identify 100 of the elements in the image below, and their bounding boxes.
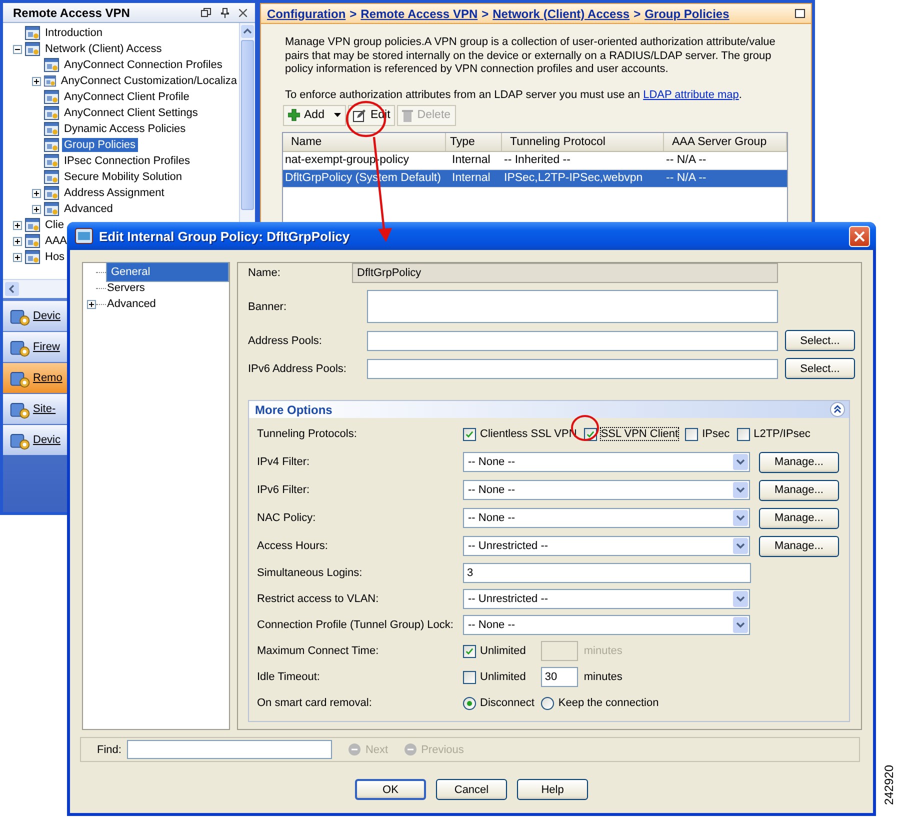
figure-number: 242920 (882, 765, 896, 806)
maximize-icon[interactable] (795, 9, 805, 18)
expand-icon[interactable] (13, 252, 22, 262)
manage-button[interactable]: Manage... (759, 480, 839, 500)
expand-icon[interactable] (13, 220, 22, 230)
restore-icon[interactable] (201, 8, 211, 17)
select-button[interactable]: Select... (785, 330, 855, 351)
pencil-icon (353, 108, 366, 122)
manage-button[interactable]: Manage... (759, 536, 839, 556)
find-field[interactable] (127, 740, 332, 759)
checkbox-label: Unlimited (480, 671, 526, 683)
breadcrumb-link[interactable]: Remote Access VPN (360, 6, 478, 20)
toolbar-button[interactable]: Add (283, 104, 346, 126)
column-header[interactable]: Name (283, 132, 446, 150)
dropdown[interactable]: -- Unrestricted -- (463, 589, 750, 609)
field-label: Address Pools: (248, 334, 323, 346)
dialog-button[interactable]: Cancel (436, 779, 507, 800)
window-icon (25, 26, 40, 40)
field-label: IPv6 Address Pools: (248, 362, 348, 374)
tree-item[interactable]: AnyConnect Connection Profiles (62, 58, 224, 72)
radio-button[interactable] (541, 696, 554, 710)
expand-icon[interactable] (32, 204, 41, 214)
pin-icon[interactable] (221, 8, 229, 18)
close-icon (854, 230, 865, 242)
window-icon (25, 218, 40, 232)
tree-item[interactable]: Clie (43, 218, 66, 232)
close-button[interactable] (849, 226, 870, 246)
tree-item[interactable]: Address Assignment (62, 186, 166, 200)
window-icon (44, 58, 59, 72)
banner-field[interactable] (367, 290, 778, 323)
checkbox[interactable] (736, 428, 750, 440)
tree-item[interactable]: AnyConnect Customization/Localiza (58, 74, 239, 88)
field-label: Maximum Connect Time: (257, 645, 380, 657)
window-icon (44, 154, 59, 168)
tree-item[interactable]: IPsec Connection Profiles (62, 154, 192, 168)
field-label: Simultaneous Logins: (257, 567, 364, 579)
collapse-icon[interactable] (830, 402, 845, 417)
window-icon (44, 74, 56, 88)
tree-item[interactable]: Dynamic Access Policies (62, 122, 188, 136)
checkbox[interactable] (463, 428, 476, 440)
checkbox[interactable] (463, 670, 476, 684)
column-header[interactable]: Type (446, 132, 502, 150)
column-header[interactable]: Tunneling Protocol (502, 132, 664, 150)
breadcrumb-separator: > (634, 6, 641, 20)
tree-item[interactable]: AAA (43, 234, 70, 248)
close-icon[interactable] (239, 8, 247, 16)
ldap-attribute-map-link[interactable]: LDAP attribute map (643, 88, 739, 100)
column-header[interactable]: AAA Server Group (664, 132, 787, 150)
checkbox-label: Unlimited (480, 645, 526, 657)
tree-item[interactable]: Servers (106, 281, 146, 295)
dropdown[interactable]: -- None -- (463, 480, 750, 500)
tree-item[interactable]: Introduction (43, 26, 104, 40)
window-icon (44, 138, 59, 152)
tree-item[interactable]: Network (Client) Access (43, 42, 164, 56)
dialog-button[interactable]: Help (517, 779, 588, 800)
tree-item[interactable]: Advanced (62, 202, 115, 216)
description-text: Manage VPN group policies.A VPN group is a collection of user-oriented authorization attribute/value pairs that may be stored internally on the device or externally on a RADIUS/LDAP server. The group policy information is referenced by VPN connection profiles and user accounts. (285, 36, 776, 76)
input-field[interactable]: 3 (463, 563, 751, 583)
select-button[interactable]: Select... (785, 358, 855, 379)
expand-icon[interactable] (32, 76, 41, 86)
caret-icon[interactable] (334, 113, 342, 117)
scroll-up-icon[interactable] (241, 25, 254, 38)
panel-title: Remote Access VPN (13, 6, 130, 20)
table-cell-text: IPSec,L2TP-IPSec,webvpn (503, 172, 644, 184)
tree-item[interactable]: Secure Mobility Solution (62, 170, 184, 184)
tree-item[interactable]: Advanced (106, 297, 157, 311)
window-title: Edit Internal Group Policy: DfltGrpPolicy (99, 228, 350, 244)
dropdown[interactable]: -- None -- (463, 508, 750, 528)
checkbox[interactable] (685, 428, 698, 440)
tree-item[interactable]: General (106, 262, 229, 282)
manage-button[interactable]: Manage... (759, 508, 839, 528)
nav-button[interactable]: Firew (3, 332, 67, 362)
breadcrumb-link[interactable]: Network (Client) Access (492, 6, 630, 20)
expand-icon[interactable] (13, 236, 22, 246)
tree-item[interactable]: Group Policies (62, 138, 138, 152)
dropdown[interactable]: -- Unrestricted -- (463, 536, 750, 556)
dialog-button[interactable]: OK (355, 779, 426, 800)
window-icon (25, 42, 40, 56)
tree-item[interactable]: AnyConnect Client Settings (62, 106, 200, 120)
nav-button[interactable]: Devic (3, 425, 67, 455)
table-cell-text: Internal (451, 154, 492, 166)
nav-button[interactable]: Devic (3, 301, 67, 331)
expand-icon[interactable] (87, 300, 96, 308)
scroll-left-icon[interactable] (5, 282, 19, 296)
tree-item[interactable]: AnyConnect Client Profile (62, 90, 192, 104)
manage-button[interactable]: Manage... (759, 452, 839, 472)
dropdown[interactable]: -- None -- (463, 452, 750, 472)
radio-button[interactable] (463, 696, 476, 710)
nav-button[interactable]: Remo (3, 363, 67, 393)
window-icon (44, 170, 59, 184)
nav-button[interactable]: Site- (3, 394, 67, 424)
collapse-icon[interactable] (13, 44, 22, 54)
expand-icon[interactable] (32, 188, 41, 198)
breadcrumb-link[interactable]: Configuration (267, 6, 346, 20)
breadcrumb-link[interactable]: Group Policies (644, 6, 730, 20)
input-field[interactable] (367, 358, 778, 378)
tree-item[interactable]: Hos (43, 250, 67, 264)
dropdown[interactable]: -- None -- (463, 615, 750, 635)
input-field[interactable]: 30 (540, 667, 578, 687)
input-field[interactable] (367, 330, 778, 350)
